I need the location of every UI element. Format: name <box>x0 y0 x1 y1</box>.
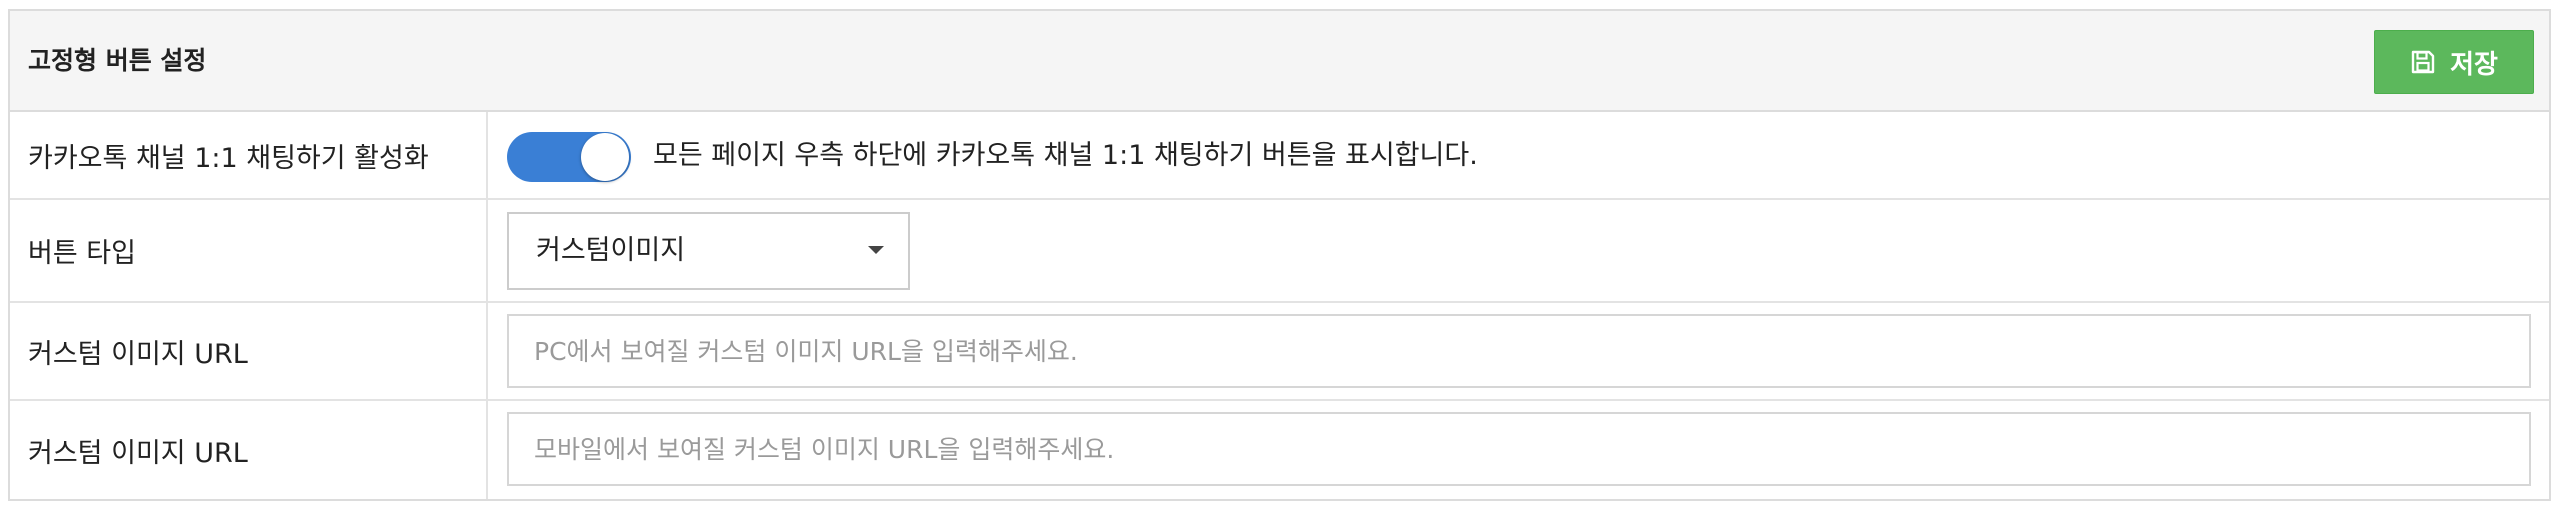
row-content-kakao-chat-enable: 모든 페이지 우측 하단에 카카오톡 채널 1:1 채팅하기 버튼을 표시합니다… <box>488 112 2549 198</box>
save-button-label: 저장 <box>2450 49 2498 80</box>
row-label-kakao-chat-enable: 카카오톡 채널 1:1 채팅하기 활성화 <box>10 112 488 198</box>
row-label-button-type: 버튼 타입 <box>10 200 488 301</box>
settings-row-kakao-chat-enable: 카카오톡 채널 1:1 채팅하기 활성화 모든 페이지 우측 하단에 카카오톡 … <box>10 112 2549 200</box>
toggle-knob <box>581 133 629 181</box>
button-type-select[interactable]: 커스텀이미지 <box>507 212 910 290</box>
pc-image-url-input[interactable] <box>507 314 2531 388</box>
panel-title: 고정형 버튼 설정 <box>28 46 207 75</box>
row-content-mobile-image-url <box>488 401 2549 499</box>
settings-row-button-type: 버튼 타입 커스텀이미지 <box>10 200 2549 303</box>
caret-down-icon <box>868 246 884 254</box>
row-content-button-type: 커스텀이미지 <box>488 200 2549 301</box>
kakao-chat-toggle[interactable] <box>507 132 631 182</box>
fixed-button-settings-panel: 고정형 버튼 설정 저장 카카오톡 채널 1:1 채팅하기 활성화 모든 페이지… <box>8 9 2551 501</box>
row-label-pc-image-url: 커스텀 이미지 URL <box>10 303 488 399</box>
save-button[interactable]: 저장 <box>2374 30 2534 94</box>
row-label-mobile-image-url: 커스텀 이미지 URL <box>10 401 488 499</box>
settings-row-pc-image-url: 커스텀 이미지 URL <box>10 303 2549 401</box>
button-type-select-value: 커스텀이미지 <box>536 235 686 266</box>
mobile-image-url-input[interactable] <box>507 412 2531 486</box>
row-content-pc-image-url <box>488 303 2549 399</box>
toggle-description: 모든 페이지 우측 하단에 카카오톡 채널 1:1 채팅하기 버튼을 표시합니다… <box>653 140 1478 171</box>
floppy-disk-icon <box>2410 49 2436 75</box>
settings-row-mobile-image-url: 커스텀 이미지 URL <box>10 401 2549 499</box>
panel-header: 고정형 버튼 설정 저장 <box>10 11 2549 112</box>
